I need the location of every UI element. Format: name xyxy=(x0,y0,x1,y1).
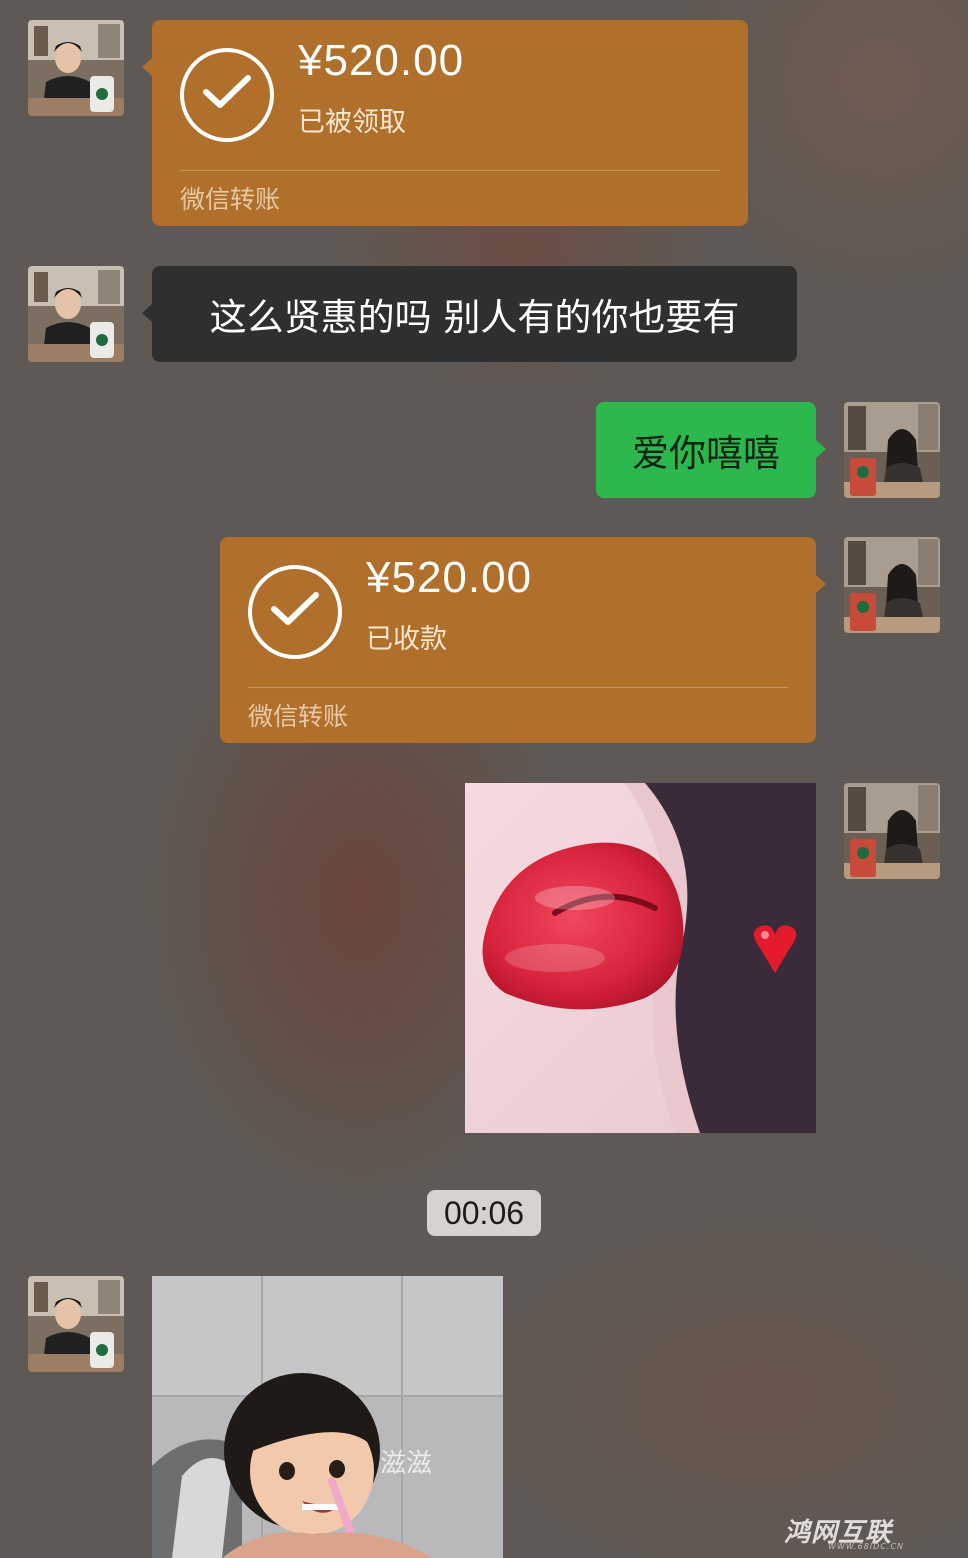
bubble-tail xyxy=(142,304,152,322)
transfer-card-received[interactable]: ¥520.00 已被领取 微信转账 xyxy=(152,20,748,226)
bubble-tail xyxy=(816,440,826,458)
bubble-tail xyxy=(816,575,826,593)
message-bubble-sent[interactable]: 爱你嘻嘻 xyxy=(596,402,816,498)
contact-avatar[interactable] xyxy=(28,1276,124,1372)
divider xyxy=(248,687,788,688)
checkmark-icon xyxy=(180,48,274,142)
my-avatar[interactable] xyxy=(844,402,940,498)
divider xyxy=(180,170,720,171)
timestamp-badge: 00:06 xyxy=(427,1190,541,1236)
watermark-url: WWW.68IDC.CN xyxy=(828,1542,905,1551)
message-bubble-received[interactable]: 这么贤惠的吗 别人有的你也要有 xyxy=(152,266,797,362)
my-avatar[interactable] xyxy=(844,783,940,879)
transfer-label: 微信转账 xyxy=(180,185,281,214)
lips-photo[interactable] xyxy=(465,783,816,1133)
transfer-amount: ¥520.00 xyxy=(298,36,465,85)
transfer-label: 微信转账 xyxy=(248,702,349,731)
contact-avatar[interactable] xyxy=(28,266,124,362)
transfer-amount: ¥520.00 xyxy=(366,553,533,602)
contact-avatar[interactable] xyxy=(28,20,124,116)
my-avatar[interactable] xyxy=(844,537,940,633)
transfer-status: 已收款 xyxy=(366,624,447,655)
bubble-tail xyxy=(142,58,152,76)
image-caption: 滋滋 xyxy=(380,1449,432,1479)
baby-toothbrush-photo[interactable]: 滋滋 xyxy=(152,1276,503,1558)
transfer-status: 已被领取 xyxy=(298,107,406,138)
checkmark-icon xyxy=(248,565,342,659)
transfer-card-sent[interactable]: ¥520.00 已收款 微信转账 xyxy=(220,537,816,743)
